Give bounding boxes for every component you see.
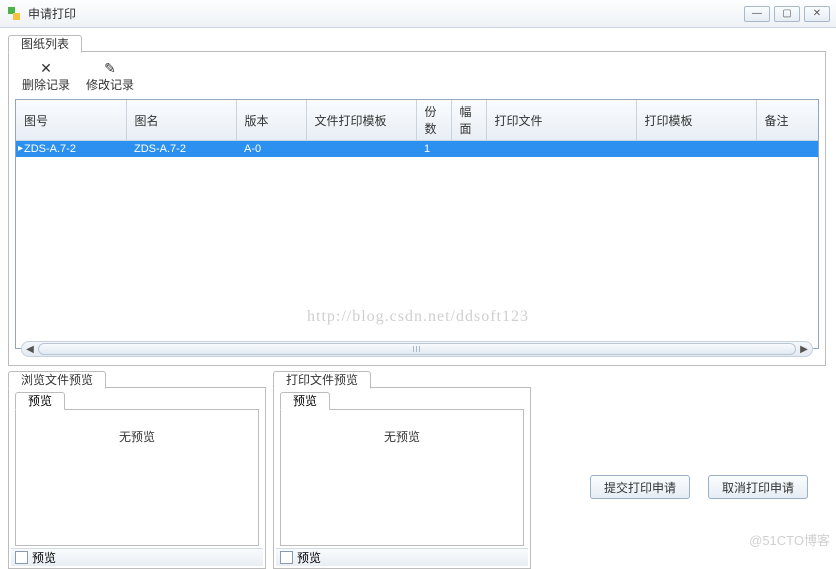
table-cell (306, 141, 416, 157)
print-preview-body: 无预览 (280, 409, 524, 546)
scroll-right-icon[interactable]: ▶ (798, 344, 810, 355)
table-cell (756, 141, 819, 157)
print-preview-check-label: 预览 (297, 549, 321, 566)
delete-label: 删除记录 (22, 76, 70, 93)
browse-preview-check-label: 预览 (32, 549, 56, 566)
column-header[interactable]: 备注 (756, 100, 819, 141)
print-preview-text: 无预览 (384, 428, 420, 445)
column-header[interactable]: 打印模板 (636, 100, 756, 141)
column-header[interactable]: 版本 (236, 100, 306, 141)
print-preview-tab[interactable]: 打印文件预览 (273, 371, 371, 389)
table-cell (636, 141, 756, 157)
minimize-button[interactable]: — (744, 6, 770, 22)
column-header[interactable]: 文件打印模板 (306, 100, 416, 141)
close-button[interactable]: ✕ (804, 6, 830, 22)
table-cell (486, 141, 636, 157)
scroll-thumb[interactable] (38, 343, 796, 355)
drawing-list-group: 图纸列表 ✕ 删除记录 ✎ 修改记录 图号图名版本文件打印模板份数幅面打印文件打… (8, 51, 826, 366)
print-preview-group: 打印文件预览 预览 无预览 预览 (273, 387, 531, 569)
edit-label: 修改记录 (86, 76, 134, 93)
edit-record-button[interactable]: ✎ 修改记录 (85, 60, 135, 93)
table-cell: A-0 (236, 141, 306, 157)
browse-preview-inner-tab[interactable]: 预览 (15, 392, 65, 410)
browse-preview-tab[interactable]: 浏览文件预览 (8, 371, 106, 389)
scroll-left-icon[interactable]: ◀ (24, 344, 36, 355)
horizontal-scrollbar[interactable]: ◀ ▶ (21, 341, 813, 357)
row-marker-icon: ▸ (18, 143, 28, 153)
table-row[interactable]: ▸ZDS-A.7-2ZDS-A.7-2A-0 1 (16, 141, 819, 157)
cancel-print-button[interactable]: 取消打印申请 (708, 475, 808, 499)
column-header[interactable]: 打印文件 (486, 100, 636, 141)
titlebar: 申请打印 — ▢ ✕ (0, 0, 836, 28)
column-header[interactable]: 图名 (126, 100, 236, 141)
toolbar: ✕ 删除记录 ✎ 修改记录 (15, 58, 819, 99)
browse-preview-group: 浏览文件预览 预览 无预览 预览 (8, 387, 266, 569)
app-icon (6, 6, 22, 22)
delete-record-button[interactable]: ✕ 删除记录 (21, 60, 71, 93)
browse-preview-text: 无预览 (119, 428, 155, 445)
browse-preview-body: 无预览 (15, 409, 259, 546)
column-header[interactable]: 幅面 (451, 100, 486, 141)
column-header[interactable]: 图号 (16, 100, 126, 141)
table-cell: ZDS-A.7-2 (126, 141, 236, 157)
submit-print-button[interactable]: 提交打印申请 (590, 475, 690, 499)
drawing-list-tab[interactable]: 图纸列表 (8, 35, 82, 53)
window-title: 申请打印 (28, 5, 744, 22)
edit-icon: ✎ (104, 60, 116, 76)
browse-preview-footer: 预览 (11, 548, 263, 566)
table-cell: ▸ZDS-A.7-2 (16, 141, 126, 157)
delete-icon: ✕ (40, 60, 52, 76)
table-cell (451, 141, 486, 157)
table-cell: 1 (416, 141, 451, 157)
column-header[interactable]: 份数 (416, 100, 451, 141)
print-preview-inner-tab[interactable]: 预览 (280, 392, 330, 410)
table-header-row: 图号图名版本文件打印模板份数幅面打印文件打印模板备注 (16, 100, 819, 141)
maximize-button[interactable]: ▢ (774, 6, 800, 22)
drawing-table[interactable]: 图号图名版本文件打印模板份数幅面打印文件打印模板备注 ▸ZDS-A.7-2ZDS… (15, 99, 819, 349)
print-preview-footer: 预览 (276, 548, 528, 566)
